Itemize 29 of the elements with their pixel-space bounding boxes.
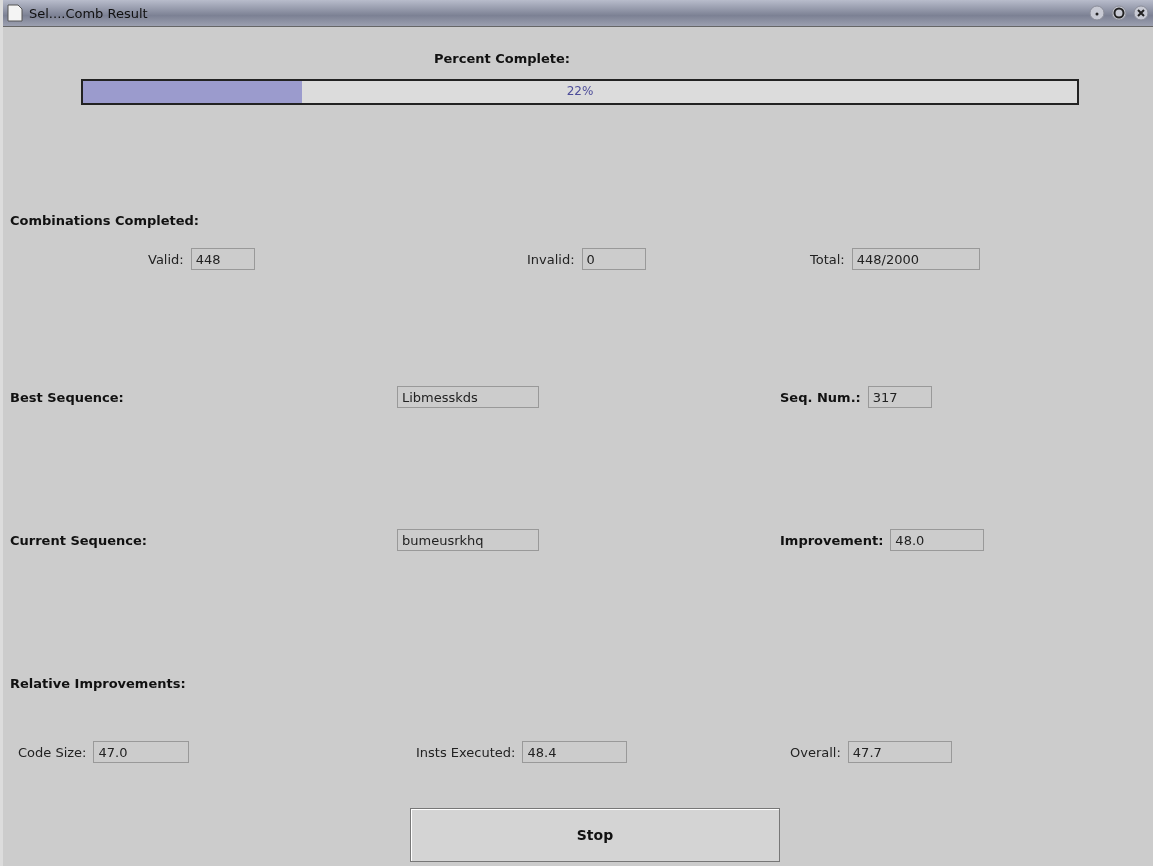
field-label: Improvement: [780, 532, 884, 548]
value-field[interactable]: 0 [581, 248, 646, 270]
field-label: Insts Executed: [416, 744, 516, 760]
field-label: Valid: [148, 251, 184, 267]
stop-button[interactable]: Stop [410, 808, 780, 862]
close-icon[interactable] [1133, 5, 1149, 21]
section-heading: Combinations Completed: [10, 212, 200, 228]
field-label: Overall: [790, 744, 841, 760]
field-label: Current Sequence: [10, 532, 147, 548]
window-title: Sel....Comb Result [29, 5, 149, 21]
value-field[interactable]: 48.4 [522, 741, 628, 763]
field-label: Invalid: [527, 251, 575, 267]
progress-reading: 22% [566, 84, 594, 98]
value-field[interactable]: 48.0 [890, 529, 985, 551]
value-field[interactable]: bumeusrkhq [397, 529, 539, 551]
document-icon [7, 4, 23, 22]
value-field[interactable]: 47.7 [847, 741, 952, 763]
value-field[interactable]: 47.0 [93, 741, 190, 763]
field-label: Code Size: [18, 744, 87, 760]
section-heading: Relative Improvements: [10, 675, 186, 691]
value-field[interactable]: 317 [867, 386, 932, 408]
value-field[interactable]: 448 [190, 248, 255, 270]
progress-label: Percent Complete: [433, 51, 571, 66]
value-field[interactable]: Libmesskds [397, 386, 539, 408]
field-label: Best Sequence: [10, 389, 124, 405]
maximize-icon[interactable] [1111, 5, 1127, 21]
value-field[interactable]: 448/2000 [851, 248, 980, 270]
field-label: Total: [810, 251, 845, 267]
field-label: Seq. Num.: [780, 389, 861, 405]
